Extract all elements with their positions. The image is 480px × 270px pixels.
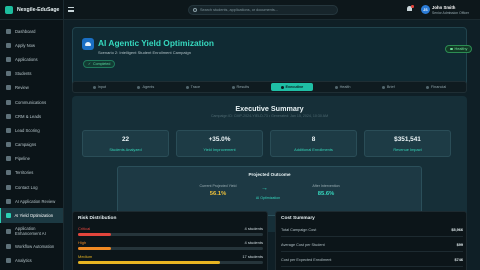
map-icon: [6, 170, 11, 176]
search-icon: [193, 8, 197, 12]
sidebar-item-contact-log[interactable]: Contact Log: [0, 180, 63, 194]
crm-icon: [6, 113, 11, 119]
metric-students-analyzed: 22 Students Analyzed: [82, 130, 169, 157]
current-yield: Current Projected Yield 56.1%: [199, 184, 237, 197]
sidebar-item-campaigns[interactable]: Campaigns: [0, 138, 63, 152]
cost-row-per-enrollment: Cost per Expected Enrollment $746: [281, 255, 463, 267]
tab-health[interactable]: Health: [325, 83, 361, 91]
cloud-icon: [82, 38, 94, 50]
workflow-icon: [6, 244, 11, 250]
dashboard-icon: [6, 28, 11, 34]
agents-icon: [137, 85, 141, 89]
page-title: AI Agentic Yield Optimization: [98, 38, 215, 48]
analytics-icon: [6, 258, 11, 264]
results-icon: [231, 85, 235, 89]
cost-title: Cost Summary: [281, 216, 315, 221]
log-icon: [6, 184, 11, 190]
input-icon: [92, 85, 96, 89]
after-yield: After Intervention 85.6%: [312, 184, 340, 197]
tab-trace[interactable]: Trace: [176, 83, 211, 91]
topbar: Search students, applications, or docume…: [64, 0, 480, 20]
health-icon: [334, 85, 338, 89]
trace-icon: [185, 85, 189, 89]
search-placeholder: Search students, applications, or docume…: [200, 8, 278, 12]
ai-icon: [6, 198, 11, 204]
outcome-title: Projected Outcome: [248, 172, 291, 177]
risk-bar-high: [78, 247, 112, 250]
brief-icon: [381, 85, 385, 89]
check-icon: ✓: [88, 62, 92, 66]
apply-icon: [6, 42, 11, 48]
sidebar-item-ai-yield-optimization[interactable]: AI Yield Optimization: [0, 208, 63, 223]
brand-logo-icon: [5, 5, 13, 14]
main-content: AI Agentic Yield Optimization Scenario 2…: [64, 20, 480, 270]
brand-name: Nexgile-EduSage: [17, 6, 60, 13]
search-input[interactable]: Search students, applications, or docume…: [188, 5, 338, 15]
status-dot-icon: [450, 47, 453, 51]
cost-summary: Cost Summary Total Campaign Cost $5,966 …: [275, 211, 467, 270]
cost-row-total: Total Campaign Cost $5,966: [281, 225, 463, 237]
cost-row-per-student: Average Cost per Student $99: [281, 240, 463, 252]
pipeline-icon: [6, 156, 11, 162]
risk-bar-medium: [78, 261, 221, 264]
risk-bar-critical: [78, 233, 112, 236]
metric-additional-enrollments: 8 Additional Enrollments: [270, 130, 357, 157]
tab-results[interactable]: Results: [222, 83, 260, 91]
megaphone-icon: [6, 142, 11, 148]
sidebar: Nexgile-EduSage Dashboard Apply Now Appl…: [0, 0, 64, 270]
score-icon: [6, 127, 11, 133]
sidebar-item-lead-scoring[interactable]: Lead Scoring: [0, 123, 63, 137]
sidebar-item-territories[interactable]: Territories: [0, 166, 63, 180]
metric-yield-improvement: +35.0% Yield Improvement: [176, 130, 263, 157]
document-icon: [6, 56, 11, 62]
tab-input[interactable]: Input: [83, 83, 116, 91]
ai-icon: [6, 228, 11, 234]
risk-title: Risk Distribution: [78, 216, 117, 221]
executive-icon: [280, 85, 284, 89]
user-role: Senior Admission Officer: [432, 10, 470, 15]
ai-icon: [5, 213, 11, 219]
financial-icon: [426, 85, 430, 89]
tab-executive[interactable]: Executive: [270, 83, 314, 91]
menu-icon[interactable]: [68, 7, 74, 12]
brand[interactable]: Nexgile-EduSage: [0, 0, 63, 20]
sidebar-item-pipeline[interactable]: Pipeline: [0, 152, 63, 166]
sidebar-item-ai-application-review[interactable]: AI Application Review: [0, 194, 63, 208]
sidebar-item-crm-leads[interactable]: CRM & Leads: [0, 109, 63, 123]
sidebar-item-communications[interactable]: Communications: [0, 95, 63, 109]
notification-dot: [411, 5, 414, 8]
user-name: John Smith: [432, 5, 456, 10]
page-subtitle: Scenario 2: Intelligent Student Enrollme…: [98, 50, 191, 55]
sidebar-item-review[interactable]: Review: [0, 81, 63, 95]
risk-distribution: Risk Distribution Critical 4 students Hi…: [72, 211, 268, 270]
tab-agents[interactable]: Agents: [127, 83, 164, 91]
tab-financial[interactable]: Financial: [416, 83, 456, 91]
projected-outcome: Projected Outcome Current Projected Yiel…: [117, 166, 422, 216]
summary-meta: Campaign ID: CMP-2024-YIELD-73 • Generat…: [210, 114, 329, 118]
tab-brief[interactable]: Brief: [372, 83, 405, 91]
step-tabs: Input Agents Trace Results Executive Hea…: [72, 81, 467, 93]
status-badge: Healthy: [445, 45, 473, 53]
users-icon: [6, 71, 11, 77]
sidebar-item-applications[interactable]: Applications: [0, 52, 63, 66]
completed-badge: ✓ Completed: [83, 60, 116, 68]
avatar[interactable]: JS: [421, 5, 430, 14]
sidebar-item-apply-now[interactable]: Apply Now: [0, 38, 63, 52]
chat-icon: [6, 99, 11, 105]
sidebar-item-workflow-automation[interactable]: Workflow Automation: [0, 240, 63, 254]
summary-title: Executive Summary: [235, 104, 304, 113]
sidebar-item-application-enhancement-ai[interactable]: Application Enhancement AI: [0, 223, 63, 240]
metric-revenue-impact: $351,541 Revenue Impact: [364, 130, 451, 157]
arrow-right-icon: →: [261, 185, 268, 192]
ai-optimization-label: AI Optimization: [255, 196, 281, 200]
sidebar-item-analytics[interactable]: Analytics: [0, 254, 63, 268]
sidebar-item-students[interactable]: Students: [0, 67, 63, 81]
review-icon: [6, 85, 11, 91]
sidebar-item-dashboard[interactable]: Dashboard: [0, 24, 63, 38]
